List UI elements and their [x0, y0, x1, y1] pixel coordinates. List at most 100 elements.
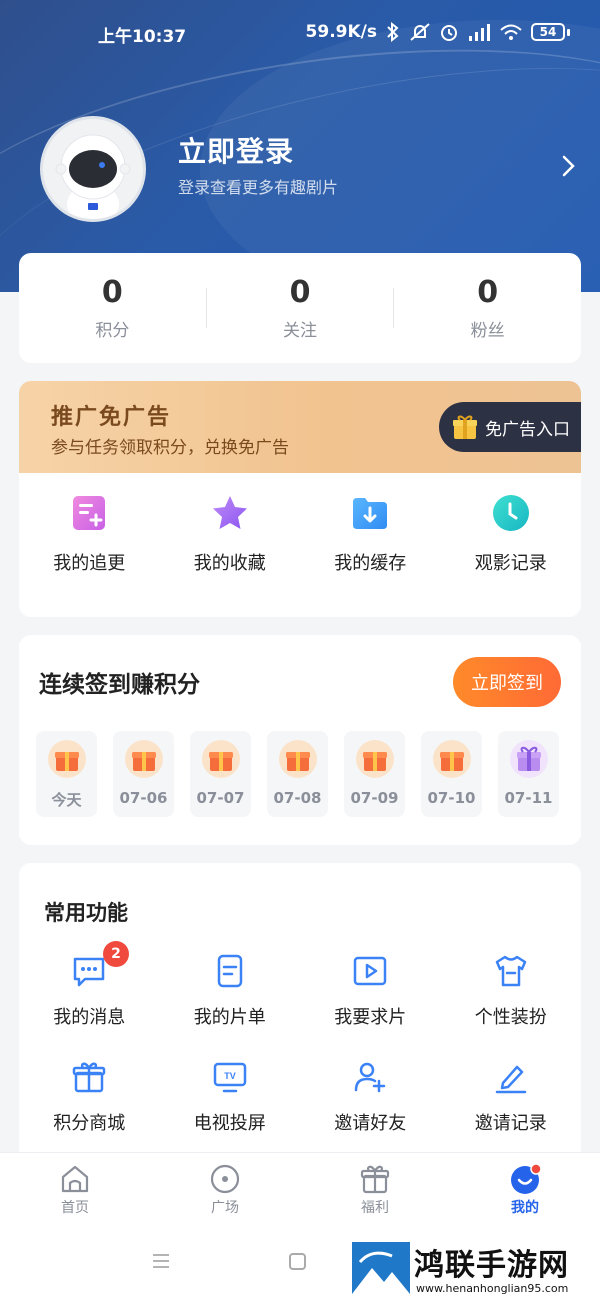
avatar[interactable] [40, 116, 146, 222]
common-functions-title: 常用功能 [44, 901, 128, 925]
common-functions-card: 常用功能 2 我的消息 我的片单 我要求片 个性装扮 积分商城 TV 电视投屏 [19, 863, 581, 1163]
func-personal-dressup[interactable]: 个性装扮 [441, 953, 582, 1029]
func-tv-cast[interactable]: TV 电视投屏 [160, 1059, 301, 1135]
bluetooth-icon [387, 22, 399, 42]
network-speed: 59.9K/s [305, 22, 377, 42]
message-icon [74, 957, 105, 987]
gift-icon [453, 415, 477, 439]
checkin-day[interactable]: 今天 [36, 731, 97, 817]
promo-subtitle: 参与任务领取积分，兑换免广告 [51, 438, 289, 458]
home-button[interactable] [289, 1253, 306, 1270]
checkin-button[interactable]: 立即签到 [453, 657, 561, 707]
profile-icon [511, 1163, 541, 1194]
func-my-playlist[interactable]: 我的片单 [160, 953, 301, 1029]
func-request-video[interactable]: 我要求片 [300, 953, 441, 1029]
gift-box-icon [47, 740, 86, 778]
gift-box-icon [201, 740, 240, 778]
quick-item-cache[interactable]: 我的缓存 [300, 493, 441, 603]
svg-text:TV: TV [224, 1071, 236, 1081]
purple-gift-box-icon [509, 740, 548, 778]
promo-banner[interactable]: 推广免广告 参与任务领取积分，兑换免广告 免广告入口 [19, 381, 581, 473]
quick-item-label: 我的追更 [53, 553, 126, 574]
func-label: 电视投屏 [193, 1113, 266, 1134]
quick-item-following-updates[interactable]: 我的追更 [19, 493, 160, 603]
wifi-icon [500, 24, 522, 40]
quick-item-label: 我的收藏 [193, 553, 266, 574]
plaza-icon [210, 1164, 240, 1194]
folder-download-icon [353, 498, 388, 529]
message-badge: 2 [103, 941, 129, 967]
login-subtitle: 登录查看更多有趣剧片 [178, 178, 339, 197]
add-user-icon [355, 1062, 386, 1093]
func-label: 我要求片 [334, 1007, 407, 1028]
tshirt-icon [495, 955, 526, 987]
chevron-right-icon[interactable] [556, 154, 580, 178]
checkin-day-label: 07-07 [196, 789, 245, 807]
edit-record-icon [495, 1065, 526, 1094]
func-label: 我的消息 [53, 1007, 126, 1028]
tab-welfare[interactable]: 福利 [300, 1153, 450, 1222]
battery-indicator: 54 [531, 23, 565, 41]
status-time: 上午10:37 [98, 27, 187, 47]
clock-icon [492, 495, 529, 531]
checkin-day-label: 07-11 [504, 789, 553, 807]
func-points-mall[interactable]: 积分商城 [19, 1059, 160, 1135]
stat-following[interactable]: 0 关注 [207, 253, 394, 363]
checkin-day-label: 07-10 [427, 789, 476, 807]
profile-header[interactable]: 立即登录 登录查看更多有趣剧片 [0, 110, 600, 222]
func-invite-friends[interactable]: 邀请好友 [300, 1059, 441, 1135]
stat-fans[interactable]: 0 粉丝 [394, 253, 581, 363]
func-invite-records[interactable]: 邀请记录 [441, 1059, 582, 1135]
stats-card: 0 积分 0 关注 0 粉丝 [19, 253, 581, 363]
checkin-day-label: 07-08 [273, 789, 322, 807]
bottom-tab-bar: 首页 广场 福利 我的 [0, 1152, 600, 1222]
checkin-day[interactable]: 07-09 [344, 731, 405, 817]
checkin-card: 连续签到赚积分 立即签到 今天 07-06 07-07 07-08 07-09 … [19, 635, 581, 845]
stat-value: 0 [101, 275, 123, 310]
watermark: 鸿联手游网 www.henanhonglian95.com [352, 1240, 600, 1298]
watermark-url: www.henanhonglian95.com [416, 1282, 569, 1295]
quick-actions: 我的追更 我的收藏 我的缓存 观影记录 [19, 493, 581, 603]
gift-box-icon [124, 740, 163, 778]
playlist-icon [217, 954, 242, 988]
quick-item-history[interactable]: 观影记录 [441, 493, 582, 603]
mute-icon [410, 23, 430, 41]
tab-label: 福利 [361, 1200, 389, 1216]
tab-home[interactable]: 首页 [0, 1153, 150, 1222]
stat-label: 关注 [283, 321, 317, 341]
gift-box-icon [73, 1062, 106, 1093]
stat-value: 0 [289, 275, 311, 310]
checkin-day[interactable]: 07-10 [421, 731, 482, 817]
stat-points[interactable]: 0 积分 [19, 253, 206, 363]
gift-box-icon [278, 740, 317, 778]
quick-item-favorites[interactable]: 我的收藏 [160, 493, 301, 603]
request-video-icon [354, 956, 387, 986]
checkin-day[interactable]: 07-08 [267, 731, 328, 817]
tv-icon: TV [213, 1062, 246, 1093]
checkin-day-label: 今天 [51, 791, 82, 809]
watermark-logo [352, 1242, 410, 1294]
func-label: 邀请好友 [334, 1113, 407, 1134]
menu-icon[interactable] [152, 1254, 170, 1268]
func-label: 积分商城 [53, 1113, 126, 1134]
stat-value: 0 [477, 275, 499, 310]
func-label: 邀请记录 [474, 1113, 547, 1134]
checkin-day[interactable]: 07-11 [498, 731, 559, 817]
quick-item-label: 我的缓存 [334, 553, 407, 574]
promo-card: 推广免广告 参与任务领取积分，兑换免广告 免广告入口 我的追更 我的收藏 我的缓… [19, 381, 581, 617]
promo-title: 推广免广告 [51, 405, 172, 430]
func-label: 我的片单 [193, 1007, 266, 1028]
func-my-messages[interactable]: 2 我的消息 [19, 941, 160, 1029]
no-ad-entry-button[interactable]: 免广告入口 [439, 402, 581, 452]
checkin-day[interactable]: 07-06 [113, 731, 174, 817]
login-title[interactable]: 立即登录 [178, 130, 294, 170]
tab-plaza[interactable]: 广场 [150, 1153, 300, 1222]
checkin-day[interactable]: 07-07 [190, 731, 251, 817]
func-label: 个性装扮 [474, 1007, 547, 1028]
home-icon [61, 1165, 89, 1193]
quick-item-label: 观影记录 [474, 553, 547, 574]
tab-mine[interactable]: 我的 [450, 1153, 600, 1222]
gift-box-icon [432, 740, 471, 778]
checkin-days: 今天 07-06 07-07 07-08 07-09 07-10 07-11 [36, 731, 559, 817]
checkin-title: 连续签到赚积分 [39, 672, 200, 698]
